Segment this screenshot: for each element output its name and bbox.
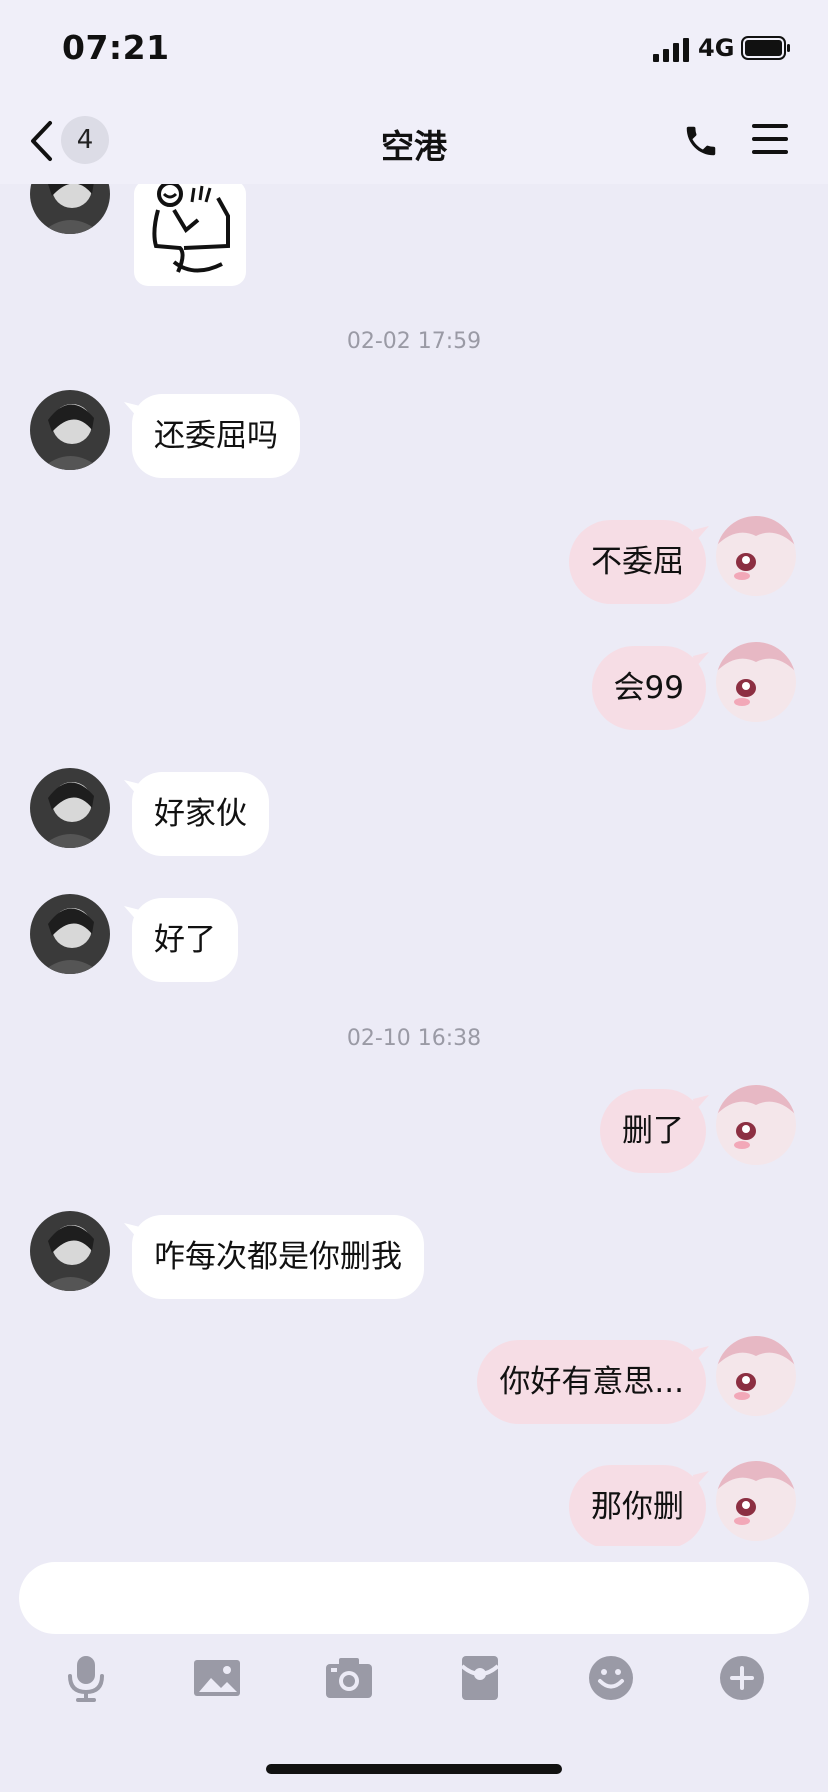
contact-avatar[interactable] (30, 390, 110, 470)
sticker-image[interactable] (134, 184, 246, 286)
message-bubble[interactable]: 还委屈吗 (132, 394, 300, 478)
microphone-icon[interactable] (60, 1652, 112, 1704)
network-type: 4G (698, 34, 735, 62)
signal-icon (653, 38, 689, 62)
contact-avatar[interactable] (30, 184, 110, 234)
bubble-tail (693, 1346, 709, 1362)
red-packet-icon[interactable] (454, 1652, 506, 1704)
menu-icon[interactable] (752, 122, 788, 156)
bubble-tail (693, 526, 709, 542)
message-timestamp: 02-02 17:59 (346, 329, 482, 354)
plus-icon[interactable] (716, 1652, 768, 1704)
my-avatar[interactable] (716, 1461, 796, 1541)
my-avatar[interactable] (716, 516, 796, 596)
message-list[interactable]: 02-02 17:59 还委屈吗 不委屈 会99 好家伙 好了 02-10 16… (0, 184, 828, 1546)
my-avatar[interactable] (716, 642, 796, 722)
bubble-tail (693, 1095, 709, 1111)
my-avatar[interactable] (716, 1336, 796, 1416)
message-input[interactable] (19, 1562, 809, 1634)
home-indicator (266, 1764, 562, 1774)
contact-avatar[interactable] (30, 1211, 110, 1291)
contact-avatar[interactable] (30, 894, 110, 974)
bubble-tail (693, 1471, 709, 1487)
bubble-tail (693, 652, 709, 668)
message-bubble[interactable]: 你好有意思... (477, 1340, 706, 1424)
message-bubble[interactable]: 好了 (132, 898, 238, 982)
message-timestamp: 02-10 16:38 (346, 1026, 482, 1051)
image-icon[interactable] (191, 1652, 243, 1704)
message-bubble[interactable]: 咋每次都是你删我 (132, 1215, 424, 1299)
my-avatar[interactable] (716, 1085, 796, 1165)
message-bubble[interactable]: 删了 (600, 1089, 706, 1173)
message-bubble[interactable]: 不委屈 (569, 520, 706, 604)
status-bar: 07:21 4G (0, 0, 828, 100)
camera-icon[interactable] (323, 1652, 375, 1704)
battery-icon (741, 36, 790, 60)
status-time: 07:21 (62, 28, 170, 67)
emoji-icon[interactable] (585, 1652, 637, 1704)
message-bubble[interactable]: 会99 (591, 646, 706, 730)
message-bubble[interactable]: 好家伙 (132, 772, 269, 856)
message-bubble[interactable]: 那你删 (569, 1465, 706, 1546)
contact-avatar[interactable] (30, 768, 110, 848)
phone-icon[interactable] (682, 122, 720, 160)
